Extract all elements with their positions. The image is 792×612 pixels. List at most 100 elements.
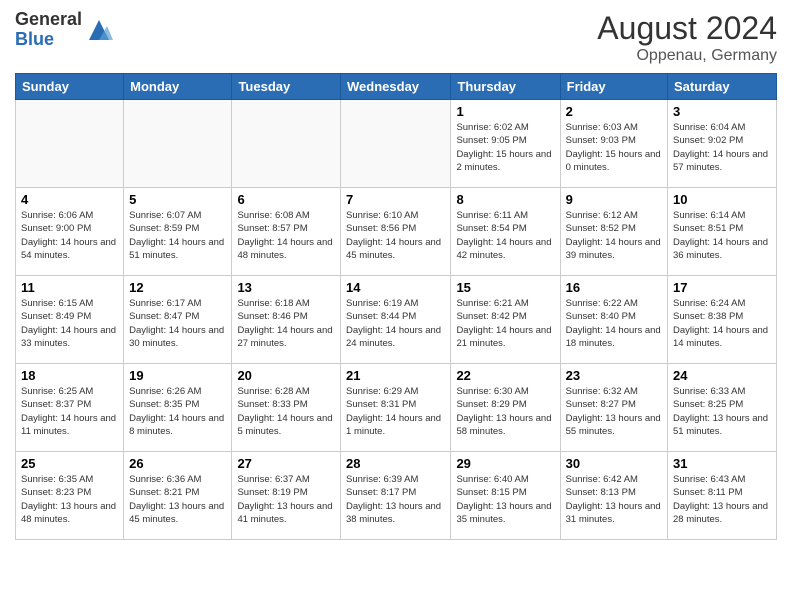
day-number: 28 xyxy=(346,456,445,471)
calendar-cell: 15 Sunrise: 6:21 AM Sunset: 8:42 PM Dayli… xyxy=(451,276,560,364)
calendar-cell: 28 Sunrise: 6:39 AM Sunset: 8:17 PM Dayli… xyxy=(341,452,451,540)
day-number: 20 xyxy=(237,368,335,383)
day-info: Sunrise: 6:40 AM Sunset: 8:15 PM Dayligh… xyxy=(456,473,554,526)
day-number: 17 xyxy=(673,280,771,295)
day-number: 22 xyxy=(456,368,554,383)
day-number: 2 xyxy=(566,104,662,119)
day-number: 4 xyxy=(21,192,118,207)
day-info: Sunrise: 6:15 AM Sunset: 8:49 PM Dayligh… xyxy=(21,297,118,350)
day-number: 23 xyxy=(566,368,662,383)
col-sunday: Sunday xyxy=(16,74,124,100)
day-number: 9 xyxy=(566,192,662,207)
day-info: Sunrise: 6:10 AM Sunset: 8:56 PM Dayligh… xyxy=(346,209,445,262)
day-number: 6 xyxy=(237,192,335,207)
logo: General Blue xyxy=(15,10,113,50)
day-info: Sunrise: 6:19 AM Sunset: 8:44 PM Dayligh… xyxy=(346,297,445,350)
calendar-cell: 22Sunrise: 6:30 AM Sunset: 8:29 PM Dayli… xyxy=(451,364,560,452)
day-number: 15 xyxy=(456,280,554,295)
calendar-week-row: 4 Sunrise: 6:06 AM Sunset: 9:00 PM Daylig… xyxy=(16,188,777,276)
location-subtitle: Oppenau, Germany xyxy=(597,47,777,65)
day-number: 12 xyxy=(129,280,226,295)
calendar-cell xyxy=(341,100,451,188)
calendar-cell xyxy=(16,100,124,188)
day-number: 19 xyxy=(129,368,226,383)
calendar-cell: 14 Sunrise: 6:19 AM Sunset: 8:44 PM Dayli… xyxy=(341,276,451,364)
day-info: Sunrise: 6:33 AM Sunset: 8:25 PM Dayligh… xyxy=(673,385,771,438)
calendar-cell: 7 Sunrise: 6:10 AM Sunset: 8:56 PM Daylig… xyxy=(341,188,451,276)
title-block: August 2024 Oppenau, Germany xyxy=(597,10,777,65)
page-header: General Blue August 2024 Oppenau, German… xyxy=(15,10,777,65)
day-info: Sunrise: 6:04 AM Sunset: 9:02 PM Dayligh… xyxy=(673,121,771,174)
calendar-cell: 26 Sunrise: 6:36 AM Sunset: 8:21 PM Dayli… xyxy=(124,452,232,540)
day-number: 18 xyxy=(21,368,118,383)
day-info: Sunrise: 6:02 AM Sunset: 9:05 PM Dayligh… xyxy=(456,121,554,174)
calendar-header-row: Sunday Monday Tuesday Wednesday Thursday… xyxy=(16,74,777,100)
calendar-table: Sunday Monday Tuesday Wednesday Thursday… xyxy=(15,73,777,540)
day-number: 7 xyxy=(346,192,445,207)
calendar-cell: 8 Sunrise: 6:11 AM Sunset: 8:54 PM Daylig… xyxy=(451,188,560,276)
calendar-cell: 10 Sunrise: 6:14 AM Sunset: 8:51 PM Dayli… xyxy=(668,188,777,276)
calendar-cell: 18Sunrise: 6:25 AM Sunset: 8:37 PM Dayli… xyxy=(16,364,124,452)
day-info: Sunrise: 6:37 AM Sunset: 8:19 PM Dayligh… xyxy=(237,473,335,526)
day-number: 31 xyxy=(673,456,771,471)
day-info: Sunrise: 6:29 AM Sunset: 8:31 PM Dayligh… xyxy=(346,385,445,438)
calendar-cell: 27Sunrise: 6:37 AM Sunset: 8:19 PM Dayli… xyxy=(232,452,341,540)
day-info: Sunrise: 6:26 AM Sunset: 8:35 PM Dayligh… xyxy=(129,385,226,438)
day-info: Sunrise: 6:24 AM Sunset: 8:38 PM Dayligh… xyxy=(673,297,771,350)
logo-icon xyxy=(85,16,113,44)
calendar-cell: 21 Sunrise: 6:29 AM Sunset: 8:31 PM Dayli… xyxy=(341,364,451,452)
day-info: Sunrise: 6:42 AM Sunset: 8:13 PM Dayligh… xyxy=(566,473,662,526)
day-number: 5 xyxy=(129,192,226,207)
day-number: 13 xyxy=(237,280,335,295)
day-info: Sunrise: 6:32 AM Sunset: 8:27 PM Dayligh… xyxy=(566,385,662,438)
day-info: Sunrise: 6:21 AM Sunset: 8:42 PM Dayligh… xyxy=(456,297,554,350)
month-year-title: August 2024 xyxy=(597,10,777,47)
calendar-cell: 9 Sunrise: 6:12 AM Sunset: 8:52 PM Daylig… xyxy=(560,188,667,276)
calendar-cell: 23 Sunrise: 6:32 AM Sunset: 8:27 PM Dayli… xyxy=(560,364,667,452)
calendar-cell: 29Sunrise: 6:40 AM Sunset: 8:15 PM Dayli… xyxy=(451,452,560,540)
calendar-cell: 24 Sunrise: 6:33 AM Sunset: 8:25 PM Dayli… xyxy=(668,364,777,452)
day-info: Sunrise: 6:07 AM Sunset: 8:59 PM Dayligh… xyxy=(129,209,226,262)
col-wednesday: Wednesday xyxy=(341,74,451,100)
calendar-cell: 5 Sunrise: 6:07 AM Sunset: 8:59 PM Daylig… xyxy=(124,188,232,276)
calendar-cell: 12 Sunrise: 6:17 AM Sunset: 8:47 PM Dayli… xyxy=(124,276,232,364)
day-number: 16 xyxy=(566,280,662,295)
day-number: 10 xyxy=(673,192,771,207)
day-info: Sunrise: 6:11 AM Sunset: 8:54 PM Dayligh… xyxy=(456,209,554,262)
day-info: Sunrise: 6:28 AM Sunset: 8:33 PM Dayligh… xyxy=(237,385,335,438)
col-saturday: Saturday xyxy=(668,74,777,100)
calendar-cell: 1 Sunrise: 6:02 AM Sunset: 9:05 PM Daylig… xyxy=(451,100,560,188)
day-number: 26 xyxy=(129,456,226,471)
calendar-cell: 4 Sunrise: 6:06 AM Sunset: 9:00 PM Daylig… xyxy=(16,188,124,276)
col-friday: Friday xyxy=(560,74,667,100)
day-number: 24 xyxy=(673,368,771,383)
calendar-week-row: 25Sunrise: 6:35 AM Sunset: 8:23 PM Dayli… xyxy=(16,452,777,540)
day-number: 1 xyxy=(456,104,554,119)
day-info: Sunrise: 6:06 AM Sunset: 9:00 PM Dayligh… xyxy=(21,209,118,262)
calendar-week-row: 18Sunrise: 6:25 AM Sunset: 8:37 PM Dayli… xyxy=(16,364,777,452)
calendar-cell: 25Sunrise: 6:35 AM Sunset: 8:23 PM Dayli… xyxy=(16,452,124,540)
day-info: Sunrise: 6:36 AM Sunset: 8:21 PM Dayligh… xyxy=(129,473,226,526)
col-monday: Monday xyxy=(124,74,232,100)
day-info: Sunrise: 6:12 AM Sunset: 8:52 PM Dayligh… xyxy=(566,209,662,262)
logo-blue-text: Blue xyxy=(15,30,82,50)
day-number: 21 xyxy=(346,368,445,383)
day-info: Sunrise: 6:17 AM Sunset: 8:47 PM Dayligh… xyxy=(129,297,226,350)
day-number: 25 xyxy=(21,456,118,471)
col-thursday: Thursday xyxy=(451,74,560,100)
calendar-cell: 31Sunrise: 6:43 AM Sunset: 8:11 PM Dayli… xyxy=(668,452,777,540)
calendar-cell xyxy=(232,100,341,188)
calendar-week-row: 1 Sunrise: 6:02 AM Sunset: 9:05 PM Daylig… xyxy=(16,100,777,188)
calendar-cell: 17 Sunrise: 6:24 AM Sunset: 8:38 PM Dayli… xyxy=(668,276,777,364)
calendar-cell: 20 Sunrise: 6:28 AM Sunset: 8:33 PM Dayli… xyxy=(232,364,341,452)
calendar-cell: 30Sunrise: 6:42 AM Sunset: 8:13 PM Dayli… xyxy=(560,452,667,540)
day-info: Sunrise: 6:39 AM Sunset: 8:17 PM Dayligh… xyxy=(346,473,445,526)
calendar-cell: 19 Sunrise: 6:26 AM Sunset: 8:35 PM Dayli… xyxy=(124,364,232,452)
day-info: Sunrise: 6:14 AM Sunset: 8:51 PM Dayligh… xyxy=(673,209,771,262)
day-number: 14 xyxy=(346,280,445,295)
calendar-cell: 13Sunrise: 6:18 AM Sunset: 8:46 PM Dayli… xyxy=(232,276,341,364)
day-number: 8 xyxy=(456,192,554,207)
calendar-cell: 3Sunrise: 6:04 AM Sunset: 9:02 PM Daylig… xyxy=(668,100,777,188)
calendar-cell: 11Sunrise: 6:15 AM Sunset: 8:49 PM Dayli… xyxy=(16,276,124,364)
day-info: Sunrise: 6:03 AM Sunset: 9:03 PM Dayligh… xyxy=(566,121,662,174)
